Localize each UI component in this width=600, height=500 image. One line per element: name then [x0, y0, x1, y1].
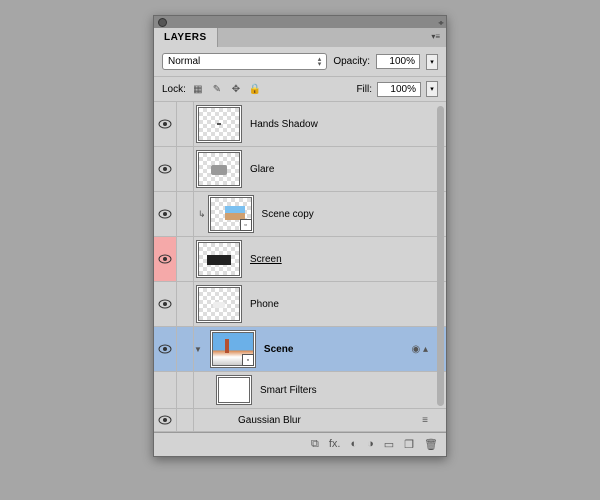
scrollbar[interactable] [437, 106, 444, 406]
blend-mode-select[interactable]: Normal ▴▾ [162, 53, 327, 70]
layer-name[interactable]: Hands Shadow [244, 119, 318, 130]
lock-label: Lock: [162, 84, 186, 95]
layers-panel: ◂▸ LAYERS ▾≡ Normal ▴▾ Opacity: 100% ▾ L… [153, 15, 447, 457]
visibility-toggle[interactable] [154, 327, 177, 371]
tab-layers[interactable]: LAYERS [154, 28, 218, 47]
layer-name[interactable]: Scene copy [256, 209, 314, 220]
fill-label: Fill: [356, 84, 372, 95]
link-column [177, 102, 194, 146]
close-dot-icon[interactable] [158, 18, 167, 27]
lock-fill-row: Lock: ▦ ✎ ✥ 🔒 Fill: 100% ▾ [154, 77, 446, 102]
visibility-toggle[interactable] [154, 237, 177, 281]
lock-transparency-icon[interactable]: ▦ [191, 82, 205, 96]
visibility-toggle[interactable] [154, 409, 177, 431]
smart-object-badge-icon: ▫ [240, 219, 252, 231]
lock-position-icon[interactable]: ✥ [229, 82, 243, 96]
layer-thumbnail[interactable]: ▫ [210, 197, 252, 231]
layer-thumbnail[interactable]: ▫ [212, 332, 254, 366]
smart-object-badge-icon: ▫ [242, 354, 254, 366]
filter-name[interactable]: Gaussian Blur [234, 415, 301, 426]
visibility-toggle[interactable] [154, 372, 177, 408]
layer-name[interactable]: Glare [244, 164, 274, 175]
link-column [177, 282, 194, 326]
link-column [177, 192, 194, 236]
layer-thumbnail[interactable] [198, 152, 240, 186]
layer-thumbnail[interactable] [198, 242, 240, 276]
filter-item-row[interactable]: Gaussian Blur ≡ [154, 409, 446, 432]
grip-icon: ◂▸ [438, 18, 442, 27]
blend-opacity-row: Normal ▴▾ Opacity: 100% ▾ [154, 47, 446, 77]
filter-mask-thumbnail[interactable] [218, 377, 250, 403]
layer-thumbnail[interactable] [198, 287, 240, 321]
smart-filters-row[interactable]: Smart Filters [154, 372, 446, 409]
delete-layer-icon[interactable]: 🗑 [424, 438, 438, 451]
layer-row[interactable]: ↳ ▫ Scene copy [154, 192, 446, 237]
fill-input[interactable]: 100% [377, 82, 421, 97]
visibility-toggle[interactable] [154, 192, 177, 236]
layer-row[interactable]: Phone [154, 282, 446, 327]
lock-pixels-icon[interactable]: ✎ [210, 82, 224, 96]
expand-toggle-icon[interactable]: ▼ [194, 345, 202, 354]
link-column [177, 409, 194, 431]
panel-titlebar[interactable]: ◂▸ [154, 16, 446, 28]
visibility-toggle[interactable] [154, 282, 177, 326]
opacity-dropdown-icon[interactable]: ▾ [426, 54, 438, 70]
panel-footer: ⧉ fx. ◐ ◑ ▭ ❐ 🗑 [154, 432, 446, 456]
lock-all-icon[interactable]: 🔒 [248, 82, 262, 96]
clip-indicator-icon: ↳ [198, 209, 206, 220]
link-column [177, 372, 194, 408]
fill-dropdown-icon[interactable]: ▾ [426, 81, 438, 97]
layer-row[interactable]: Screen [154, 237, 446, 282]
smart-filter-indicator-icon: ◉ ▴ [411, 344, 428, 355]
new-group-icon[interactable]: ▭ [384, 438, 394, 451]
visibility-toggle[interactable] [154, 102, 177, 146]
link-layers-icon[interactable]: ⧉ [311, 438, 319, 451]
link-column [177, 237, 194, 281]
layer-mask-icon[interactable]: ◐ [350, 438, 357, 451]
adjustment-layer-icon[interactable]: ◑ [367, 438, 374, 451]
layer-name[interactable]: Scene [258, 344, 293, 355]
link-column [177, 147, 194, 191]
blend-mode-value: Normal [168, 56, 200, 67]
link-column [177, 327, 194, 371]
panel-tabs: LAYERS ▾≡ [154, 28, 446, 47]
layer-row[interactable]: Glare [154, 147, 446, 192]
select-arrows-icon: ▴▾ [318, 57, 322, 67]
visibility-toggle[interactable] [154, 147, 177, 191]
layer-name[interactable]: Screen [244, 254, 282, 265]
filter-options-icon[interactable]: ≡ [422, 415, 428, 426]
layers-list: Hands Shadow Glare ↳ ▫ Scene copy Screen… [154, 102, 446, 432]
layer-row[interactable]: ▼ ▫ Scene ◉ ▴ [154, 327, 446, 372]
opacity-input[interactable]: 100% [376, 54, 420, 69]
opacity-label: Opacity: [333, 56, 370, 67]
layer-thumbnail[interactable] [198, 107, 240, 141]
layer-style-icon[interactable]: fx. [329, 438, 341, 451]
new-layer-icon[interactable]: ❐ [404, 438, 414, 451]
panel-menu-icon[interactable]: ▾≡ [425, 28, 446, 47]
layer-name[interactable]: Phone [244, 299, 279, 310]
layer-row[interactable]: Hands Shadow [154, 102, 446, 147]
smart-filters-label: Smart Filters [254, 385, 317, 396]
